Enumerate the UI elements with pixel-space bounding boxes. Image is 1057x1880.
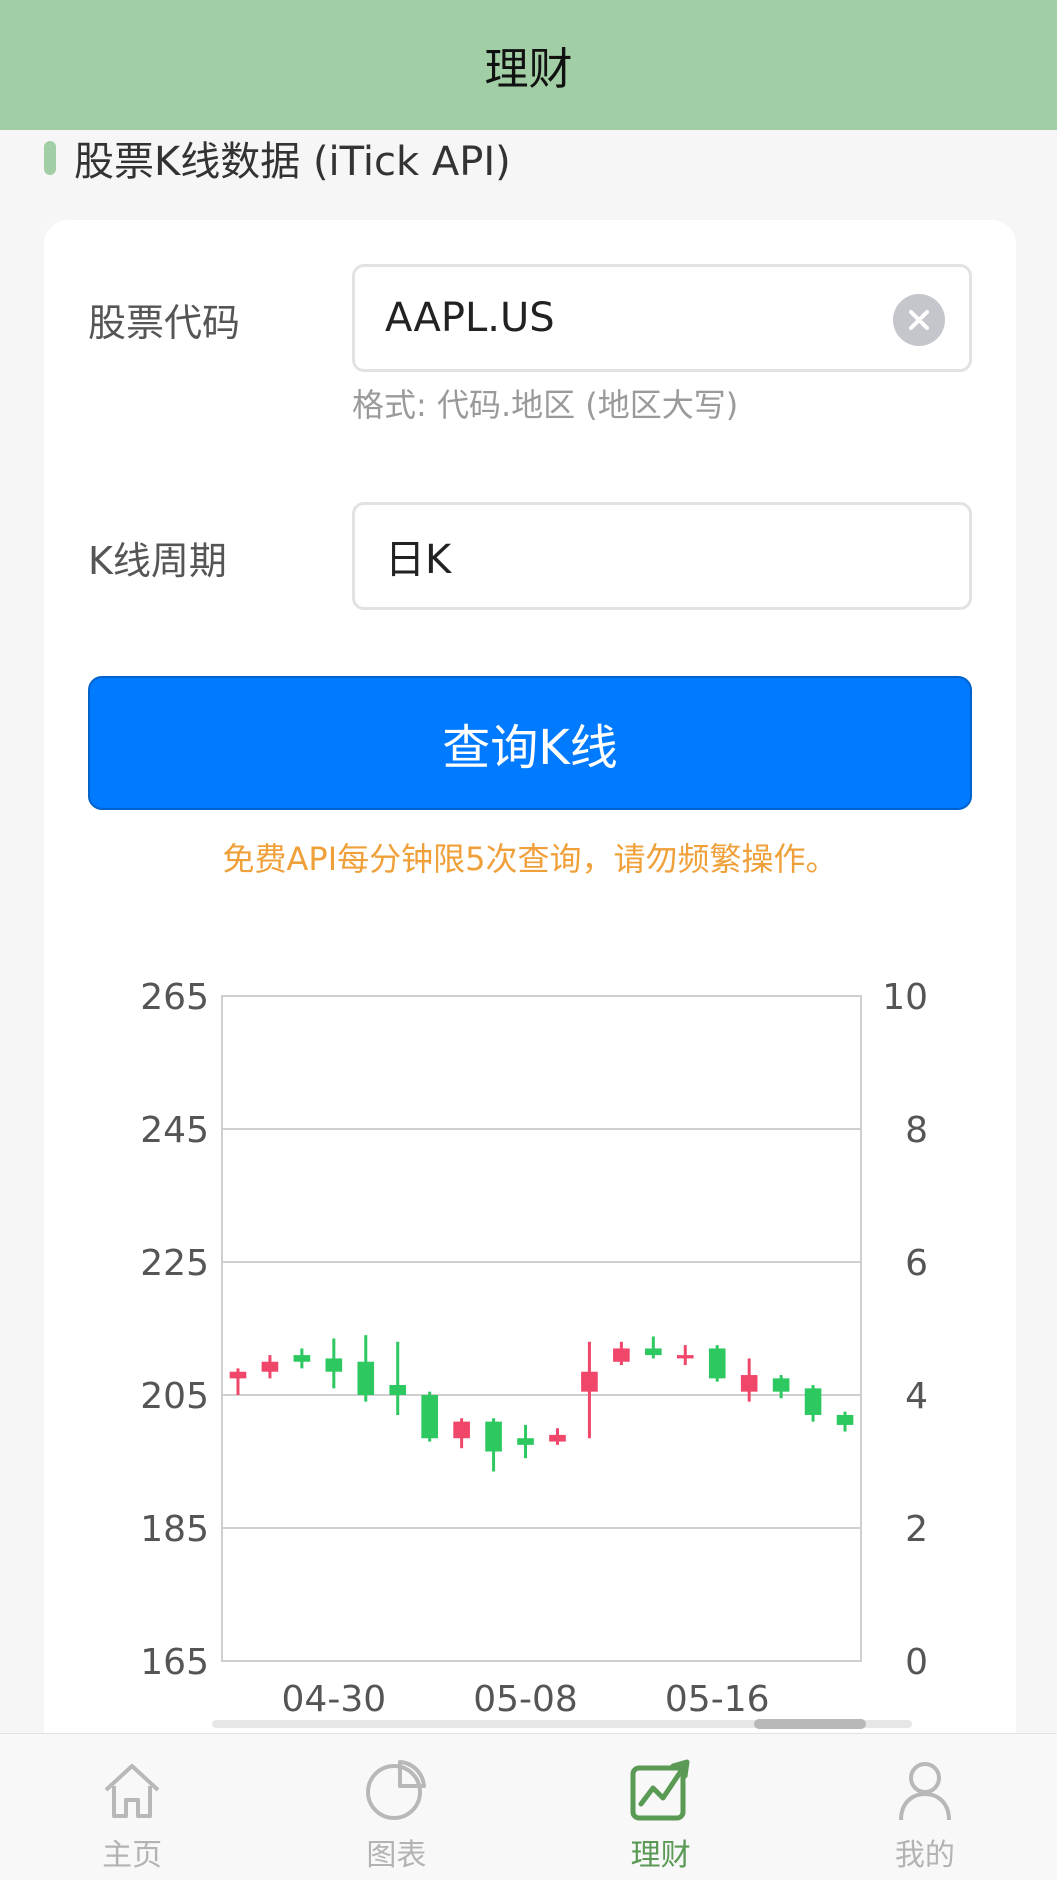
plot-frame	[221, 995, 862, 1662]
tab-home-label: 主页	[102, 1838, 163, 1873]
candle-body	[708, 1348, 726, 1379]
finance-chart-icon	[630, 1759, 690, 1821]
page-title: 理财	[484, 44, 573, 95]
y2-tick-label: 8	[905, 1110, 928, 1151]
y2-tick-label: 6	[905, 1243, 928, 1284]
y-tick-label: 225	[140, 1243, 209, 1284]
x-tick-label: 05-16	[665, 1679, 770, 1720]
tab-finance[interactable]: 理财	[529, 1734, 793, 1880]
y2-tick-label: 10	[882, 977, 928, 1018]
candle-body	[389, 1385, 407, 1395]
chart-scrollbar-thumb[interactable]	[754, 1719, 866, 1729]
y-tick-label: 165	[140, 1642, 209, 1683]
candle-body	[261, 1361, 279, 1372]
candle-body	[325, 1358, 343, 1372]
y2-tick-label: 0	[905, 1642, 928, 1683]
home-icon	[104, 1764, 160, 1818]
x-tick-label: 05-08	[473, 1679, 578, 1720]
section-accent-bar	[44, 141, 56, 175]
tab-profile-label: 我的	[894, 1838, 955, 1873]
candle-body	[517, 1438, 534, 1445]
x-tick-label: 04-30	[282, 1679, 387, 1720]
section-header: 股票K线数据 (iTick API)	[44, 130, 511, 186]
section-title: 股票K线数据 (iTick API)	[74, 139, 511, 185]
tab-home[interactable]: 主页	[0, 1734, 264, 1880]
tab-charts-label: 图表	[366, 1838, 427, 1873]
y2-tick-label: 4	[905, 1376, 928, 1417]
candle-body	[676, 1355, 694, 1359]
candle-body	[740, 1375, 758, 1392]
y-tick-label: 205	[140, 1376, 209, 1417]
candle-body	[485, 1421, 502, 1452]
candle-body	[293, 1355, 311, 1362]
kline-chart: 265 245 225 205 185 165 10 8 6 4 2 0 04-30 05-08 05-16	[140, 977, 928, 1720]
pie-chart-icon	[366, 1760, 427, 1820]
candle-body	[229, 1371, 247, 1379]
header-bar: 理财	[0, 0, 1057, 130]
candle-body	[613, 1348, 630, 1362]
candle-body	[357, 1361, 375, 1395]
candle-body	[581, 1371, 598, 1392]
candle-body	[772, 1378, 790, 1392]
tab-finance-label: 理财	[630, 1838, 691, 1873]
user-icon	[898, 1762, 951, 1821]
candle-body	[645, 1348, 662, 1356]
y-tick-label: 245	[140, 1110, 209, 1151]
candle-body	[549, 1434, 566, 1442]
candle-body	[836, 1414, 854, 1425]
candle-body	[421, 1395, 438, 1439]
bottom-tab-bar: 主页 图表 理财 我的	[0, 1733, 1057, 1880]
y2-tick-label: 2	[905, 1509, 928, 1550]
tab-charts[interactable]: 图表	[264, 1734, 528, 1880]
candle-body	[804, 1388, 822, 1415]
tab-profile[interactable]: 我的	[793, 1734, 1057, 1880]
kline-card: 股票代码 AAPL.US 格式: 代码.地区 (地区大写) K线周期 日K 查询…	[44, 220, 1016, 1780]
y-tick-label: 185	[140, 1509, 209, 1550]
candle-body	[453, 1421, 470, 1439]
y-tick-label: 265	[140, 977, 209, 1018]
